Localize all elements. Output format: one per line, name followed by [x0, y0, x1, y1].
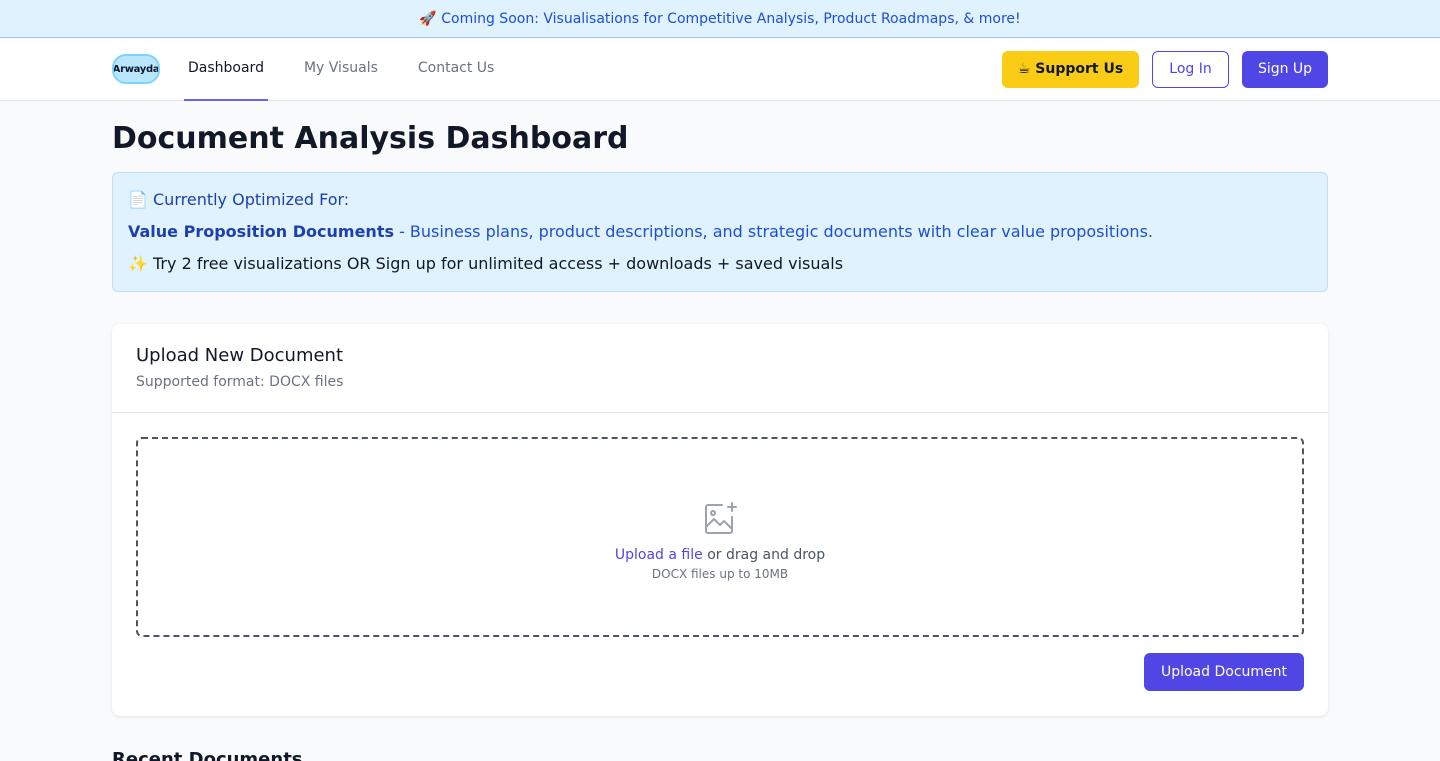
- nav-link-label: Contact Us: [417, 60, 495, 76]
- dropzone-hint: DOCX files up to 10MB: [651, 567, 789, 581]
- info-box: 📄 Currently Optimized For: Value Proposi…: [112, 172, 1328, 292]
- nav-link-contact-us[interactable]: Contact Us: [414, 38, 498, 101]
- support-us-button[interactable]: ☕ Support Us: [1002, 50, 1139, 88]
- image-upload-icon: [705, 502, 737, 534]
- page-title: Document Analysis Dashboard: [112, 121, 629, 156]
- recent-documents-title: Recent Documents: [112, 749, 303, 761]
- info-description-text: - Business plans, product descriptions, …: [393, 222, 1153, 241]
- nav-link-label: My Visuals: [303, 60, 378, 76]
- logo[interactable]: Arwayda: [112, 54, 160, 84]
- nav-link-my-visuals[interactable]: My Visuals: [300, 38, 382, 101]
- info-highlight: Value Proposition Documents: [128, 222, 394, 241]
- info-title: 📄 Currently Optimized For:: [128, 190, 350, 209]
- logo-text: Arwayda: [112, 63, 160, 75]
- banner-text: 🚀 Coming Soon: Visualisations for Compet…: [419, 10, 1021, 27]
- nav-link-dashboard[interactable]: Dashboard: [184, 38, 268, 101]
- upload-file-link[interactable]: Upload a file: [615, 547, 703, 563]
- dropzone-text: Upload a file or drag and drop: [615, 547, 825, 563]
- nav-link-label: Dashboard: [188, 60, 264, 76]
- upload-document-button[interactable]: Upload Document: [1144, 653, 1304, 691]
- info-offer: ✨ Try 2 free visualizations OR Sign up f…: [128, 254, 844, 273]
- upload-card-title: Upload New Document: [136, 345, 344, 366]
- upload-card: Upload New Document Supported format: DO…: [112, 324, 1328, 716]
- file-dropzone[interactable]: Upload a file or drag and drop DOCX file…: [136, 437, 1304, 637]
- top-nav: Arwayda Dashboard My Visuals Contact Us …: [0, 38, 1440, 101]
- announcement-banner: 🚀 Coming Soon: Visualisations for Compet…: [0, 0, 1440, 38]
- upload-card-header: Upload New Document Supported format: DO…: [112, 324, 1328, 413]
- log-in-button[interactable]: Log In: [1152, 50, 1229, 88]
- drag-drop-text: or drag and drop: [702, 547, 826, 563]
- main-content: Document Analysis Dashboard 📄 Currently …: [112, 101, 1328, 761]
- sign-up-button[interactable]: Sign Up: [1242, 50, 1328, 88]
- upload-card-subtitle: Supported format: DOCX files: [136, 374, 344, 390]
- info-description: Value Proposition Documents - Business p…: [128, 221, 1312, 243]
